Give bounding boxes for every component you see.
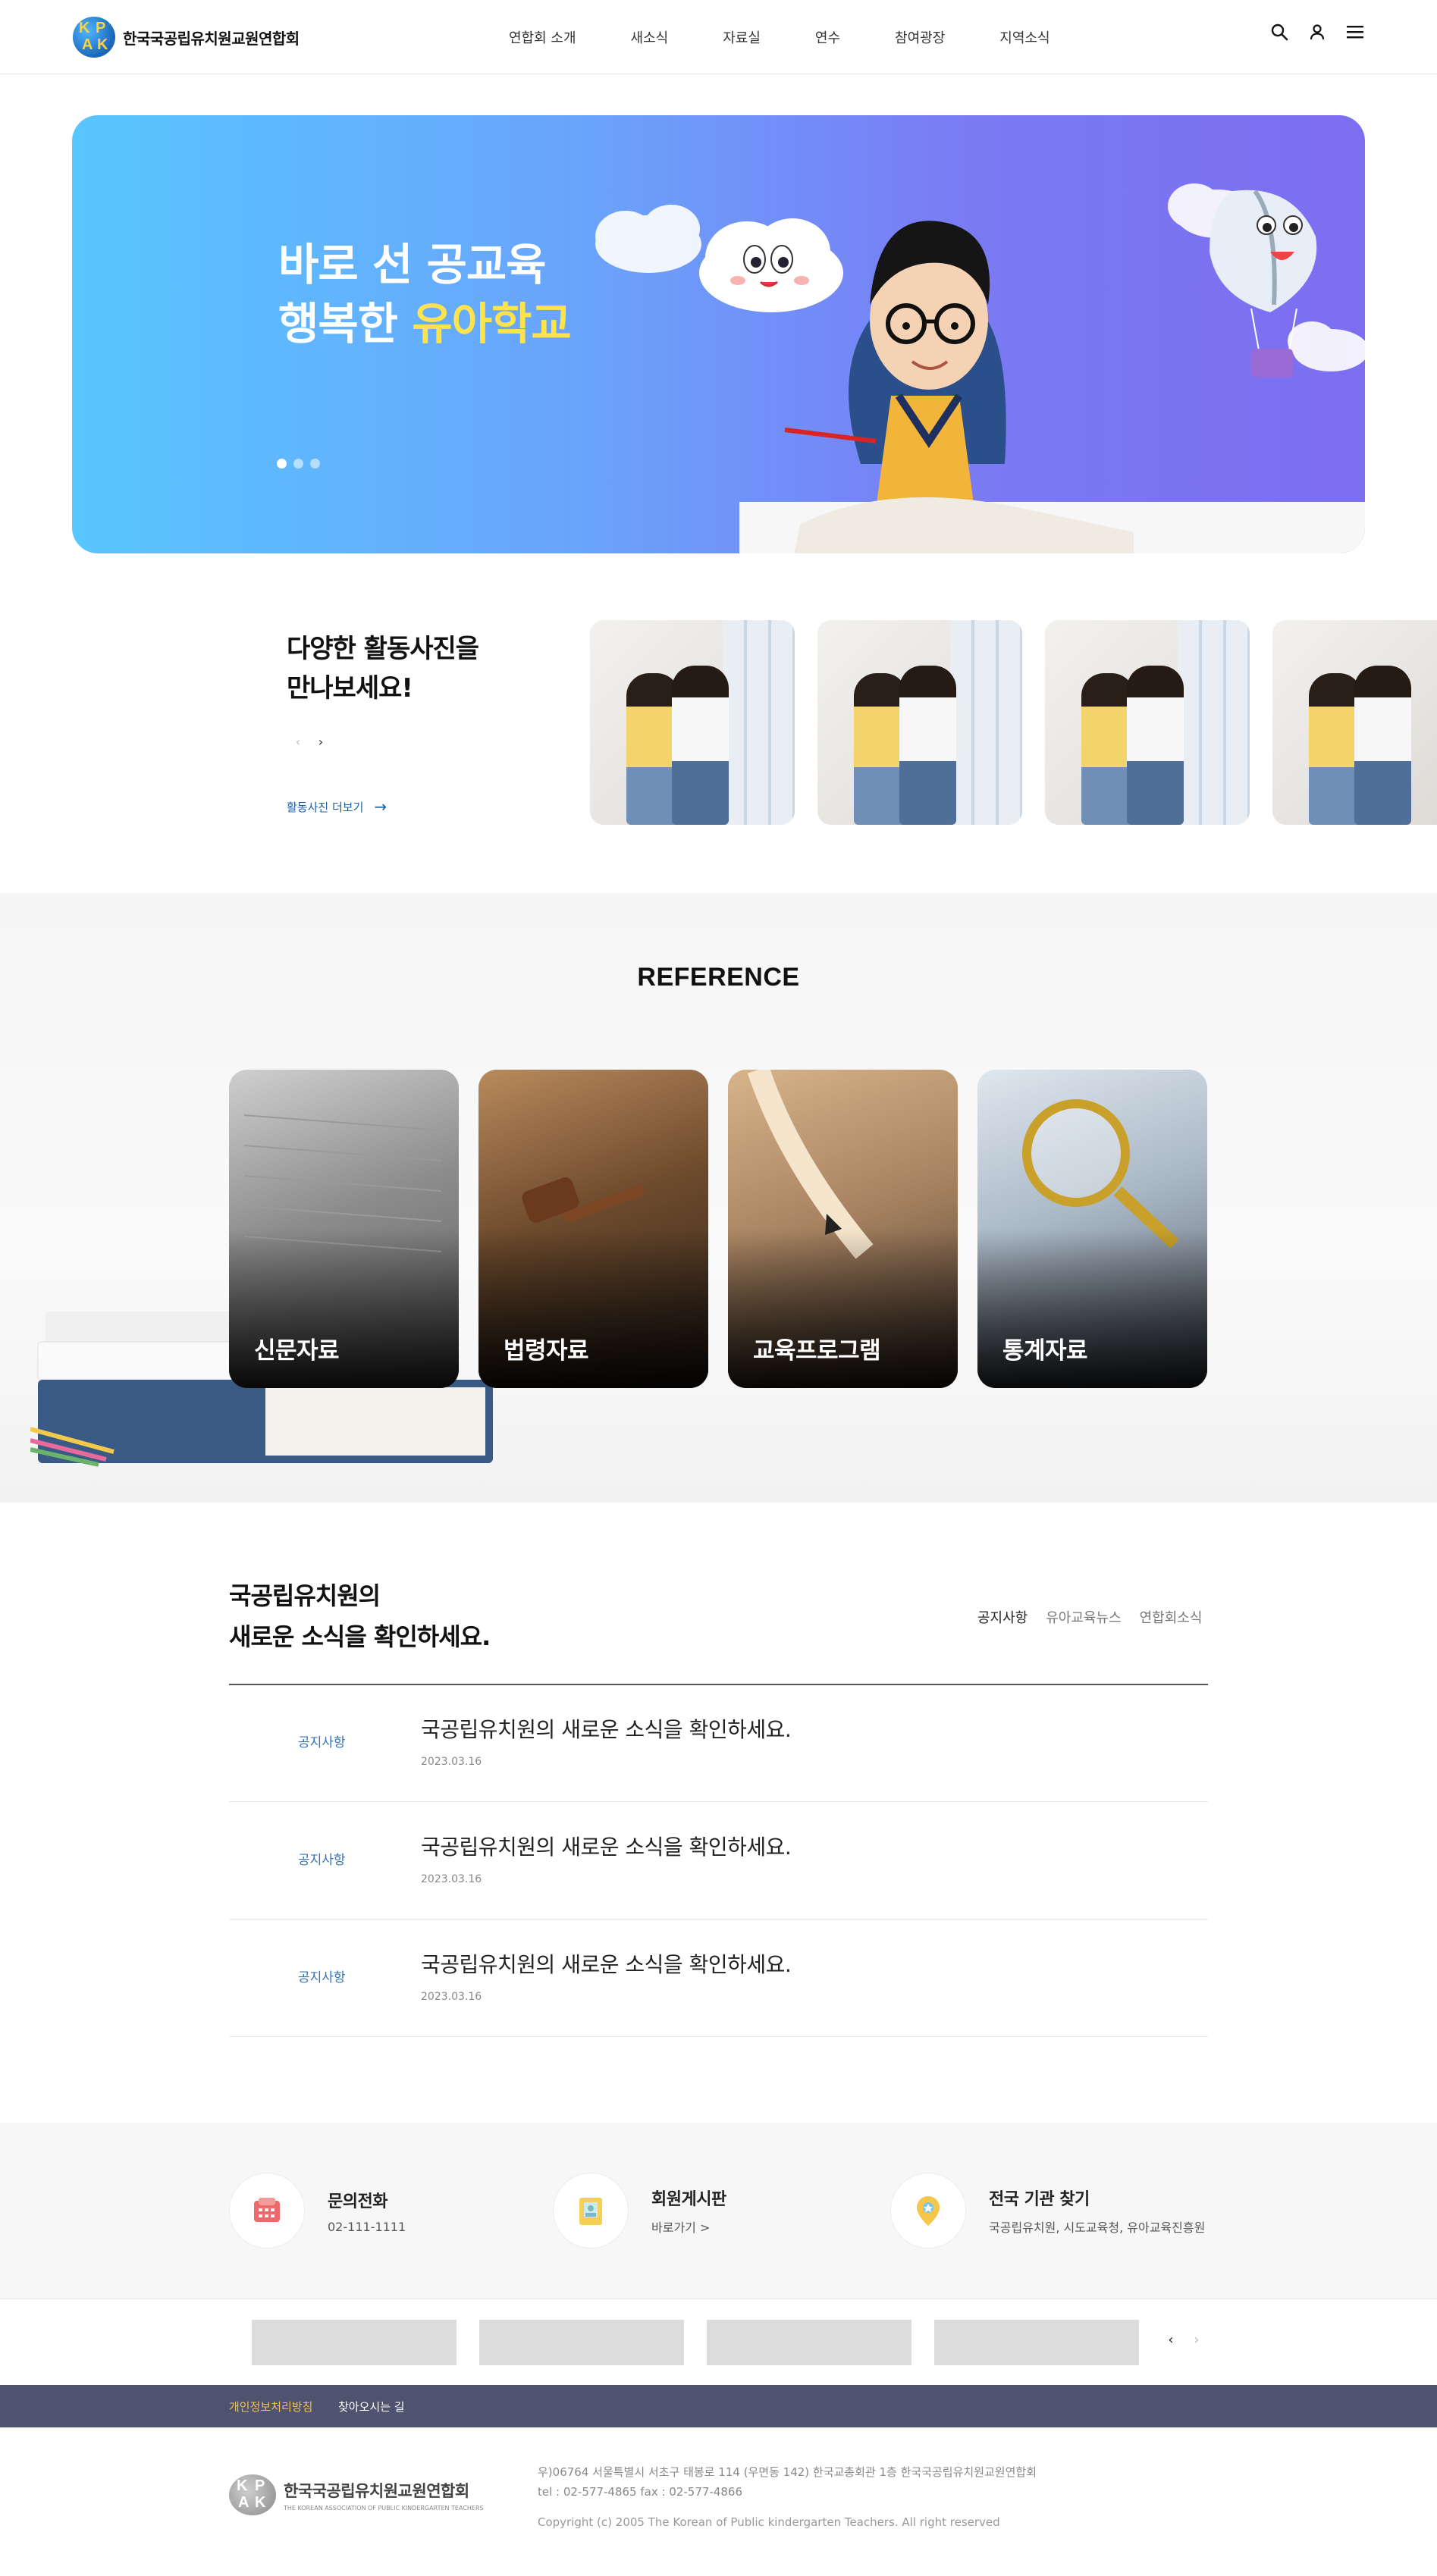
news-date: 2023.03.16 <box>421 1756 482 1768</box>
reference-card-newspaper[interactable]: 신문자료 <box>229 1070 459 1388</box>
phone-icon <box>229 2173 305 2249</box>
footer-logo-icon: KP AK <box>229 2474 276 2515</box>
news-tabs: 공지사항 유아교육뉴스 연합회소식 <box>977 1607 1202 1627</box>
reference-card-label: 법령자료 <box>504 1337 589 1365</box>
nav-item-training[interactable]: 연수 <box>815 27 840 47</box>
hero-title-highlight: 유아학교 <box>412 298 571 349</box>
tab-edu-news[interactable]: 유아교육뉴스 <box>1046 1607 1121 1627</box>
quick-link-sub: 02-111-1111 <box>328 2219 406 2234</box>
news-row[interactable]: 공지사항 국공립유치원의 새로운 소식을 확인하세요. 2023.03.16 <box>229 1919 1208 2037</box>
partner-banner-3[interactable] <box>707 2320 911 2365</box>
board-icon <box>553 2173 629 2249</box>
quick-link-title: 회원게시판 <box>651 2190 726 2209</box>
reference-card-label: 신문자료 <box>254 1337 340 1365</box>
nav-item-news[interactable]: 새소식 <box>631 27 669 47</box>
hero-illustration <box>595 183 1365 553</box>
nav-item-forum[interactable]: 참여광장 <box>895 27 945 47</box>
news-category: 공지사항 <box>298 1970 346 1985</box>
nav-item-regional[interactable]: 지역소식 <box>999 27 1050 47</box>
activity-photo-4[interactable] <box>1272 620 1437 825</box>
footer-links-bar: 개인정보처리방침 찾아오시는 길 <box>0 2385 1437 2427</box>
site-logo[interactable]: KP AK 한국국공립유치원교원연합회 <box>73 17 300 58</box>
user-icon[interactable] <box>1307 21 1328 42</box>
activity-prev-button[interactable]: ‹ <box>287 730 309 753</box>
news-category: 공지사항 <box>298 1735 346 1750</box>
quick-link-title: 전국 기관 찾기 <box>989 2190 1090 2209</box>
search-icon[interactable] <box>1269 21 1290 42</box>
hero-title-prefix: 행복한 <box>278 298 398 349</box>
logo-text: 한국국공립유치원교원연합회 <box>123 29 300 48</box>
reference-title: REFERENCE <box>637 963 800 992</box>
footer-org-name: 한국국공립유치원교원연합회 <box>284 2481 469 2500</box>
news-headline: 국공립유치원의 새로운 소식을 확인하세요. <box>421 1952 792 1977</box>
footer-contact: tel : 02-577-4865 fax : 02-577-4866 <box>538 2485 743 2499</box>
map-pin-icon <box>890 2173 966 2249</box>
reference-card-law[interactable]: 법령자료 <box>478 1070 708 1388</box>
footer-address: 우)06764 서울특별시 서초구 태봉로 114 (우면동 142) 한국교총… <box>538 2465 1037 2479</box>
hero-pagination <box>277 459 327 469</box>
activity-next-button[interactable]: › <box>309 730 332 753</box>
quick-link-finder[interactable]: 전국 기관 찾기국공립유치원, 시도교육청, 유아교육진흥원 <box>890 2173 1205 2249</box>
activity-photo-2[interactable] <box>817 620 1022 825</box>
quick-link-title: 문의전화 <box>328 2192 387 2211</box>
reference-card-program[interactable]: 교육프로그램 <box>728 1070 958 1388</box>
main-nav: 연합회 소개 새소식 자료실 연수 참여광장 지역소식 <box>509 27 1050 47</box>
footer-info: 우)06764 서울특별시 서초구 태봉로 114 (우면동 142) 한국교총… <box>538 2462 1037 2502</box>
nav-item-about[interactable]: 연합회 소개 <box>509 27 576 47</box>
arrow-right-icon: → <box>374 798 387 816</box>
hero-dot-2[interactable] <box>293 459 303 469</box>
menu-icon[interactable] <box>1344 21 1366 42</box>
news-title-line1: 국공립유치원의 <box>229 1581 381 1610</box>
footer-org-name-en: THE KOREAN ASSOCIATION OF PUBLIC KINDERG… <box>284 2504 484 2512</box>
banner-prev-button[interactable]: ‹ <box>1160 2332 1181 2348</box>
news-headline: 국공립유치원의 새로운 소식을 확인하세요. <box>421 1717 792 1742</box>
activity-more-label: 활동사진 더보기 <box>287 800 364 814</box>
site-header: KP AK 한국국공립유치원교원연합회 연합회 소개 새소식 자료실 연수 참여… <box>0 0 1437 74</box>
news-date: 2023.03.16 <box>421 1991 482 2003</box>
quick-link-sub: 바로가기 > <box>651 2220 711 2235</box>
activity-photo-3[interactable] <box>1045 620 1250 825</box>
partner-banner-4[interactable] <box>934 2320 1139 2365</box>
tab-notice[interactable]: 공지사항 <box>977 1607 1028 1627</box>
banner-next-button[interactable]: › <box>1186 2332 1207 2348</box>
nav-item-archive[interactable]: 자료실 <box>723 27 761 47</box>
tab-association-news[interactable]: 연합회소식 <box>1140 1607 1203 1627</box>
footer-logo: KP AK 한국국공립유치원교원연합회 THE KOREAN ASSOCIATI… <box>229 2474 484 2515</box>
news-row[interactable]: 공지사항 국공립유치원의 새로운 소식을 확인하세요. 2023.03.16 <box>229 1802 1208 1919</box>
hero-title: 바로 선 공교육 행복한 유아학교 <box>278 235 572 353</box>
directions-link[interactable]: 찾아오시는 길 <box>338 2399 405 2415</box>
reference-card-label: 교육프로그램 <box>753 1337 881 1365</box>
privacy-policy-link[interactable]: 개인정보처리방침 <box>229 2399 312 2415</box>
activity-photo-1[interactable] <box>590 620 795 825</box>
news-date: 2023.03.16 <box>421 1873 482 1885</box>
quick-link-board[interactable]: 회원게시판바로가기 > <box>553 2173 726 2249</box>
footer-copyright: Copyright (c) 2005 The Korean of Public … <box>538 2515 1000 2529</box>
news-headline: 국공립유치원의 새로운 소식을 확인하세요. <box>421 1835 792 1860</box>
partner-banner-2[interactable] <box>479 2320 684 2365</box>
activity-title-line1: 다양한 활동사진을 <box>287 634 479 664</box>
reference-card-statistics[interactable]: 통계자료 <box>977 1070 1207 1388</box>
news-category: 공지사항 <box>298 1853 346 1868</box>
activity-arrows: ‹ › <box>287 730 332 753</box>
hero-dot-3[interactable] <box>310 459 320 469</box>
quick-link-sub: 국공립유치원, 시도교육청, 유아교육진흥원 <box>989 2220 1206 2235</box>
news-row[interactable]: 공지사항 국공립유치원의 새로운 소식을 확인하세요. 2023.03.16 <box>229 1684 1208 1802</box>
hero-title-line2: 행복한 유아학교 <box>278 294 572 353</box>
partner-banner-1[interactable] <box>252 2320 457 2365</box>
news-title-line2: 새로운 소식을 확인하세요. <box>229 1622 491 1651</box>
logo-icon: KP AK <box>73 17 115 58</box>
activity-title-line2: 만나보세요! <box>287 673 413 704</box>
hero-dot-1[interactable] <box>277 459 287 469</box>
hero-banner[interactable]: 바로 선 공교육 행복한 유아학교 <box>72 115 1365 553</box>
header-actions <box>1252 21 1366 42</box>
reference-card-label: 통계자료 <box>1002 1337 1088 1365</box>
quick-link-phone[interactable]: 문의전화 02-111-1111 <box>229 2173 406 2249</box>
hero-title-line1: 바로 선 공교육 <box>278 239 547 290</box>
activity-title: 다양한 활동사진을 만나보세요! <box>287 629 479 708</box>
news-title: 국공립유치원의 새로운 소식을 확인하세요. <box>229 1575 491 1657</box>
activity-more-link[interactable]: 활동사진 더보기 → <box>287 798 387 816</box>
